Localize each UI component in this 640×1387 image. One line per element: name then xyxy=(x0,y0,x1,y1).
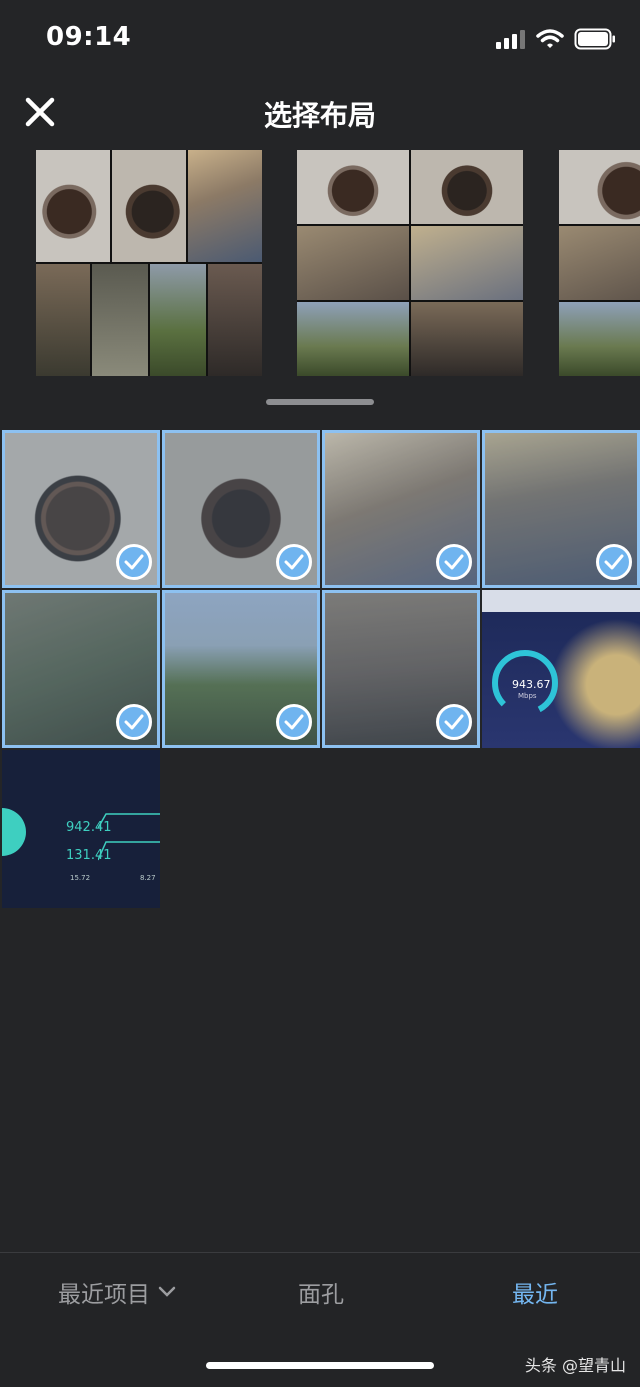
start-test-circle xyxy=(2,808,26,856)
chevron-down-icon xyxy=(158,1286,176,1297)
status-icons xyxy=(496,28,616,50)
photo-grid: 943.67 Mbps 942.41 131.41 15.72 8.27 xyxy=(0,428,640,910)
photo-thumb-garden[interactable] xyxy=(162,590,320,748)
photo-thumb-blossom-branch[interactable] xyxy=(2,590,160,748)
speed-unit: Mbps xyxy=(518,692,537,700)
drag-handle[interactable] xyxy=(266,399,374,405)
layout-tile xyxy=(208,264,262,376)
photo-thumb-manhole[interactable] xyxy=(2,430,160,588)
status-time: 09:14 xyxy=(46,22,132,52)
photo-thumb-blossom-tree[interactable] xyxy=(322,590,480,748)
checkmark-icon xyxy=(276,704,312,740)
tab-faces[interactable]: 面孔 xyxy=(298,1275,344,1309)
wifi-icon xyxy=(536,29,564,48)
layout-options xyxy=(0,150,640,378)
photo-thumb-blossom-building[interactable] xyxy=(482,430,640,588)
layout-tile xyxy=(36,150,110,262)
photo-thumb-manhole-green[interactable] xyxy=(162,430,320,588)
layout-tile xyxy=(411,226,523,300)
photo-thumb-blossom[interactable] xyxy=(322,430,480,588)
layout-tile xyxy=(188,150,262,262)
tab-recent-items-label: 最近项目 xyxy=(58,1282,150,1308)
layout-option-2[interactable] xyxy=(297,150,523,376)
layout-tile xyxy=(559,226,640,300)
speed-value: 943.67 xyxy=(512,678,551,691)
checkmark-icon xyxy=(436,704,472,740)
cellular-signal-icon xyxy=(496,30,525,49)
jitter-value: 8.27 xyxy=(140,874,156,882)
battery-icon xyxy=(574,28,615,50)
home-indicator xyxy=(206,1362,434,1369)
layout-tile xyxy=(36,264,90,376)
ping-value: 15.72 xyxy=(70,874,91,882)
layout-option-1[interactable] xyxy=(36,150,262,376)
watermark: 头条 @望青山 xyxy=(524,1356,626,1375)
layout-tile xyxy=(297,150,409,224)
status-bar: 09:14 xyxy=(0,0,640,80)
layout-tile xyxy=(411,302,523,376)
checkmark-icon xyxy=(436,544,472,580)
layout-tile xyxy=(297,302,409,376)
photo-thumb-speedtest-screen[interactable]: 943.67 Mbps xyxy=(482,590,640,748)
layout-tile xyxy=(92,264,148,376)
layout-tile xyxy=(559,150,640,224)
layout-tile xyxy=(112,150,186,262)
photo-thumb-speedtest-page[interactable]: 942.41 131.41 15.72 8.27 xyxy=(2,750,160,908)
page-title: 选择布局 xyxy=(263,99,376,132)
checkmark-icon xyxy=(596,544,632,580)
checkmark-icon xyxy=(116,704,152,740)
layout-tile xyxy=(297,226,409,300)
checkmark-icon xyxy=(276,544,312,580)
tab-recent[interactable]: 最近 xyxy=(512,1275,558,1309)
layout-tile xyxy=(150,264,206,376)
layout-tile xyxy=(559,302,640,376)
speed-chart-lines xyxy=(98,813,160,861)
layout-option-3[interactable] xyxy=(559,150,640,376)
header: 选择布局 xyxy=(0,84,640,144)
checkmark-icon xyxy=(116,544,152,580)
layout-tile xyxy=(411,150,523,224)
tab-recent-items[interactable]: 最近项目 xyxy=(58,1275,176,1309)
